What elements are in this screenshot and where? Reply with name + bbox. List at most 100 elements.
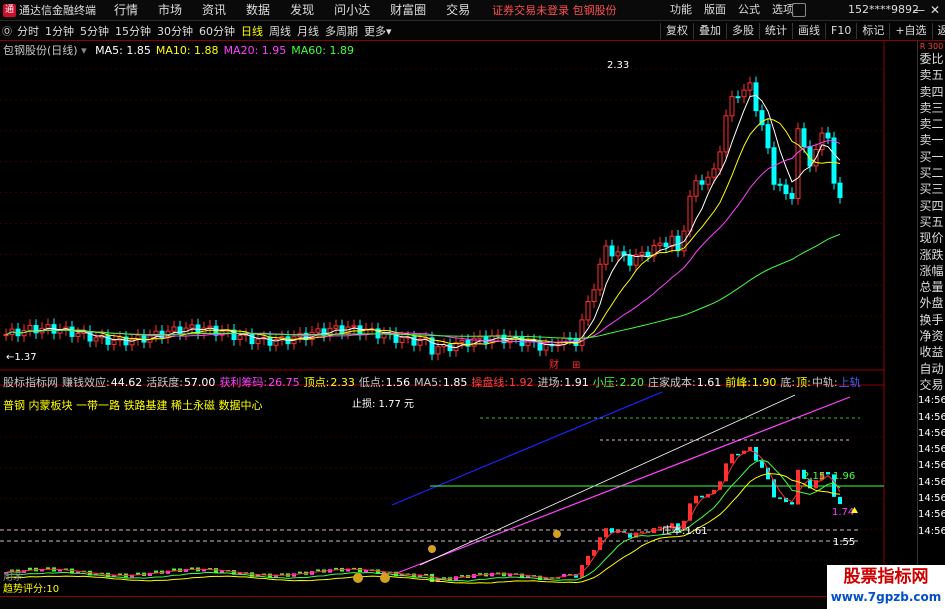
- sidebar-item[interactable]: 收益: [918, 344, 945, 360]
- sidebar-item[interactable]: 总量: [918, 279, 945, 295]
- indicator-legend-item: 1.85: [442, 376, 468, 389]
- candle: [93, 337, 99, 342]
- candle: [105, 335, 111, 345]
- sidebar-item[interactable]: 净资: [918, 328, 945, 344]
- period-1min[interactable]: 1分钟: [42, 23, 77, 39]
- menu-caifuquan[interactable]: 财富圈: [380, 0, 436, 20]
- period-daily[interactable]: 日线: [238, 23, 266, 39]
- sidebar-item[interactable]: 买三: [918, 181, 945, 197]
- btn-fuquan[interactable]: 复权: [660, 22, 693, 39]
- period-15min[interactable]: 15分钟: [112, 23, 154, 39]
- sidebar-item[interactable]: 自动: [918, 361, 945, 377]
- quote-sidebar: R 300 委比 卖五 卖四 卖三 卖二 卖一 买一 买二 买三 买四 买五 现价 涨跌 涨幅 总量 外盘 换手…: [917, 41, 945, 596]
- sidebar-item[interactable]: 买五: [918, 214, 945, 230]
- sidebar-item[interactable]: 14:56: [918, 458, 945, 474]
- sidebar-item[interactable]: 14:56: [918, 475, 945, 491]
- sidebar-item[interactable]: 14:56: [918, 426, 945, 442]
- sidebar-item[interactable]: 买四: [918, 198, 945, 214]
- menu-banmian[interactable]: 版面: [698, 0, 732, 20]
- app-title: 通达信金融终端: [19, 4, 96, 17]
- indicator-bar: [826, 471, 830, 475]
- menu-bar: 通 通达信金融终端 行情 市场 资讯 数据 发现 问小达 财富圈 交易 证券交易…: [0, 0, 945, 21]
- sidebar-item[interactable]: 14:56: [918, 393, 945, 409]
- candle: [627, 254, 633, 266]
- stop-loss-label: 止损: 1.77 元: [352, 397, 414, 410]
- period-fenshi[interactable]: 分时: [14, 23, 42, 39]
- indicator-legend-item: 小压:: [592, 376, 619, 389]
- menu-gongneng[interactable]: 功能: [664, 0, 698, 20]
- menu-zixun[interactable]: 资讯: [192, 0, 236, 20]
- left-small-label: 用茅: [3, 571, 23, 583]
- btn-biaoji[interactable]: 标记: [856, 22, 889, 39]
- sidebar-item[interactable]: 卖二: [918, 116, 945, 132]
- sidebar-item[interactable]: 卖一: [918, 132, 945, 148]
- sidebar-item[interactable]: 卖四: [918, 84, 945, 100]
- candle: [645, 251, 651, 257]
- close-icon[interactable]: ✕: [930, 0, 940, 20]
- candle: [783, 184, 789, 195]
- sidebar-item[interactable]: 现价: [918, 230, 945, 246]
- candle: [693, 180, 699, 197]
- account-label[interactable]: 152****9892: [848, 0, 919, 20]
- ma-item: MA60: 1.89: [291, 44, 354, 57]
- sidebar-item[interactable]: 交易: [918, 377, 945, 393]
- indicator-legend-item: 庄家成本:: [647, 376, 696, 389]
- sidebar-item[interactable]: 14:56: [918, 524, 945, 540]
- sidebar-item[interactable]: 买一: [918, 149, 945, 165]
- ma-legend: 包钢股份(日线) ▾ MA5: 1.85 MA10: 1.88 MA20: 1.95…: [3, 42, 354, 58]
- menu-gongshi[interactable]: 公式: [732, 0, 766, 20]
- sidebar-item[interactable]: 14:56: [918, 410, 945, 426]
- btn-zixuan[interactable]: +自选: [889, 22, 931, 39]
- sidebar-item[interactable]: 涨幅: [918, 263, 945, 279]
- sidebar-item[interactable]: 14:56: [918, 491, 945, 507]
- menu-faxian[interactable]: 发现: [280, 0, 324, 20]
- indicator-bar: [172, 568, 176, 571]
- login-notice-text: 证券交易未登录: [492, 4, 570, 17]
- sidebar-item[interactable]: 14:56: [918, 507, 945, 523]
- sidebar-item[interactable]: 委比: [918, 51, 945, 67]
- sidebar-item[interactable]: 卖三: [918, 100, 945, 116]
- period-5min[interactable]: 5分钟: [77, 23, 112, 39]
- score-label: 趋势评分:10: [3, 582, 59, 595]
- menu-shuju[interactable]: 数据: [236, 0, 280, 20]
- indicator-bar: [778, 497, 782, 499]
- indicator-legend-item: 底:: [780, 376, 796, 389]
- indicator-legend-item: 1.91: [564, 376, 589, 389]
- menu-hangqing[interactable]: 行情: [104, 0, 148, 20]
- sidebar-item[interactable]: 买二: [918, 165, 945, 181]
- period-monthly[interactable]: 月线: [294, 23, 322, 39]
- indicator-legend-item: 1.61: [696, 376, 722, 389]
- menu-wenxiaoda[interactable]: 问小达: [324, 0, 380, 20]
- candle: [177, 326, 183, 335]
- sidebar-item[interactable]: 外盘: [918, 295, 945, 311]
- sidebar-item[interactable]: 换手: [918, 312, 945, 328]
- indicator-legend-item: 获利筹码:: [219, 376, 268, 389]
- period-60min[interactable]: 60分钟: [196, 23, 238, 39]
- btn-fanhui[interactable]: 返回: [931, 22, 945, 39]
- period-30min[interactable]: 30分钟: [154, 23, 196, 39]
- minimize-icon[interactable]: —: [913, 0, 925, 20]
- sidebar-item[interactable]: 14:56: [918, 442, 945, 458]
- btn-duogu[interactable]: 多股: [726, 22, 759, 39]
- sidebar-item[interactable]: 卖五: [918, 67, 945, 83]
- kline-chart[interactable]: 2.302.202.102.001.901.801.701.601.501.40…: [0, 41, 885, 609]
- window-layout-icon[interactable]: [792, 3, 806, 17]
- menu-shichang[interactable]: 市场: [148, 0, 192, 20]
- sidebar-item[interactable]: 涨跌: [918, 247, 945, 263]
- period-weekly[interactable]: 周线: [266, 23, 294, 39]
- money-bag-icon: [380, 573, 390, 583]
- candle: [189, 324, 195, 329]
- menu-jiaoyi[interactable]: 交易: [436, 0, 480, 20]
- btn-f10[interactable]: F10: [825, 22, 856, 39]
- btn-diejia[interactable]: 叠加: [693, 22, 726, 39]
- btn-tongji[interactable]: 统计: [759, 22, 792, 39]
- login-notice[interactable]: 证券交易未登录 包钢股份: [492, 2, 617, 18]
- indicator-legend-item: 操盘线:: [471, 376, 509, 389]
- btn-huaxian[interactable]: 画线: [792, 22, 825, 39]
- toolbar-menu-icon[interactable]: Ⓞ: [0, 23, 14, 38]
- right-menu: 功能 版面 公式 选项: [664, 0, 800, 20]
- candle: [741, 89, 747, 98]
- period-more[interactable]: 更多▾: [361, 23, 395, 39]
- period-multi[interactable]: 多周期: [322, 23, 361, 39]
- indicator-bar: [298, 571, 302, 574]
